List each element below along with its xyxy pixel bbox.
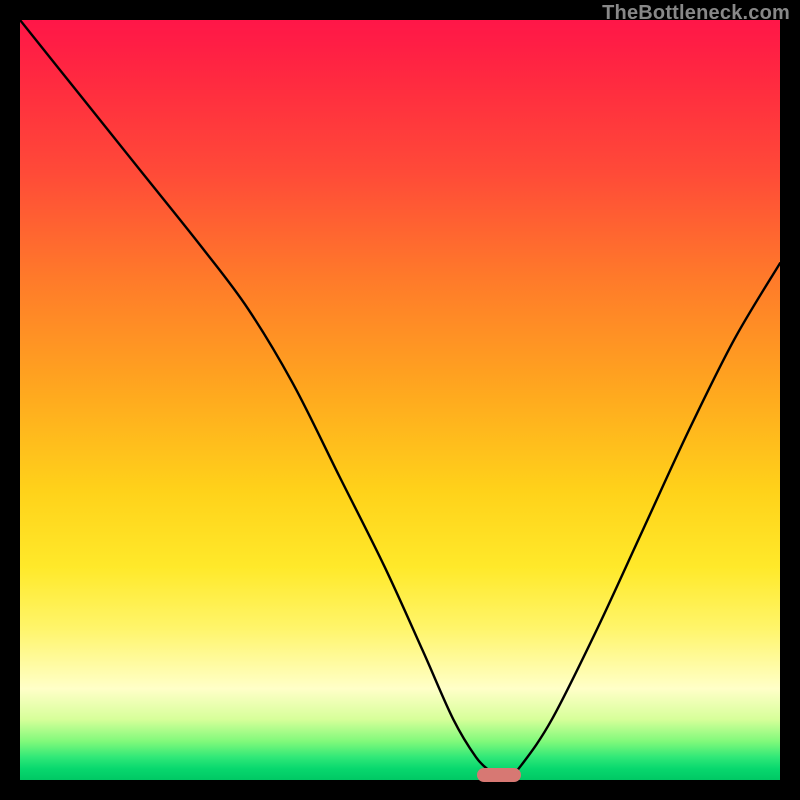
optimum-marker xyxy=(477,768,521,782)
plot-area xyxy=(20,20,780,780)
bottleneck-curve xyxy=(20,20,780,780)
chart-frame: TheBottleneck.com xyxy=(0,0,800,800)
